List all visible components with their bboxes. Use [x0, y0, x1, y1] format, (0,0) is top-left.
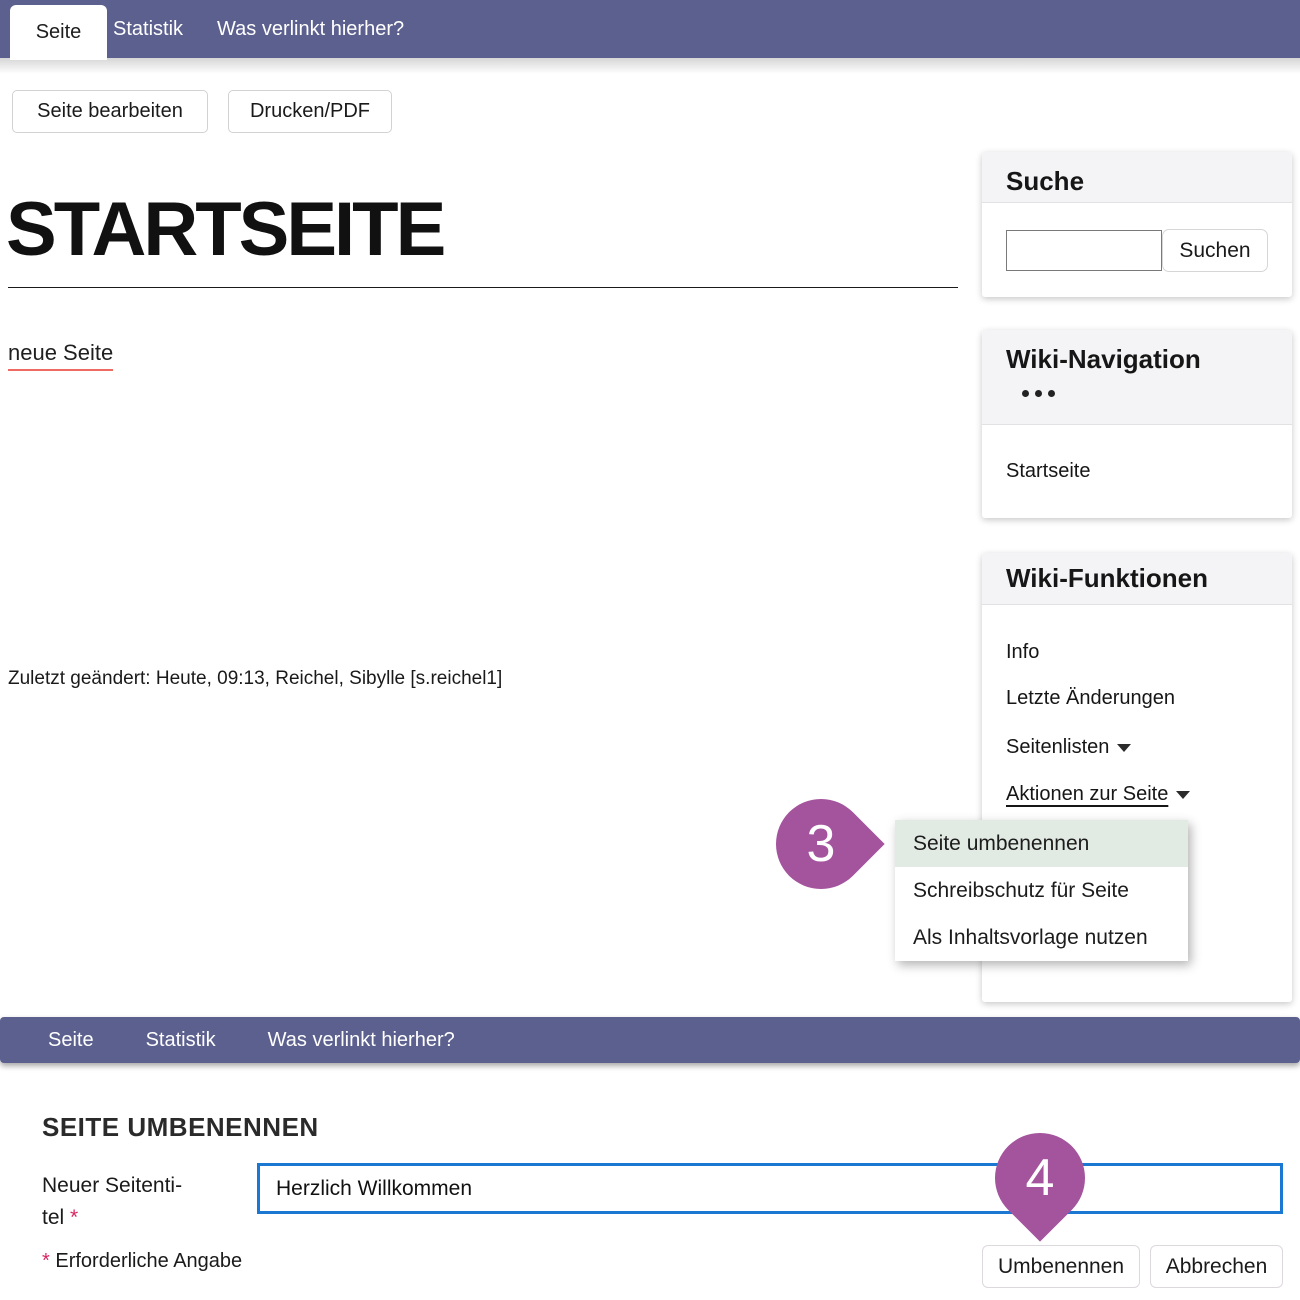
sidebar-item-seitenlisten[interactable]: Seitenlisten [1006, 736, 1131, 759]
search-input[interactable] [1006, 230, 1162, 271]
top-tab-bar-shadow [0, 58, 1300, 74]
aktionen-zur-seite-label: Aktionen zur Seite [1006, 783, 1168, 805]
rename-page-heading: SEITE UMBENENNEN [42, 1112, 319, 1143]
tab-seite[interactable]: Seite [10, 5, 107, 60]
required-asterisk: * [70, 1206, 78, 1229]
step-3-number: 3 [776, 799, 866, 889]
search-box-header: Suche [982, 152, 1292, 203]
sidebar-item-letzte-aenderungen[interactable]: Letzte Änderungen [1006, 687, 1175, 710]
menu-item-inhaltsvorlage[interactable]: Als Inhaltsvorlage nutzen [895, 914, 1188, 961]
rename-submit-button[interactable]: Umbenennen [982, 1245, 1140, 1288]
ellipsis-icon[interactable] [1022, 390, 1055, 397]
wiki-functions-title: Wiki-Funktionen [982, 553, 1292, 594]
page-actions-dropdown: Seite umbenennen Schreibschutz für Seite… [895, 820, 1188, 961]
chevron-down-icon [1176, 791, 1190, 799]
bottom-tab-bar: Seite Statistik Was verlinkt hierher? [0, 1017, 1300, 1063]
title-divider [8, 287, 958, 288]
search-box: Suche Suchen [982, 152, 1292, 297]
search-button[interactable]: Suchen [1162, 229, 1268, 272]
step-4-balloon: 4 [976, 1114, 1103, 1241]
step-3-balloon: 3 [757, 780, 884, 907]
search-box-title: Suche [982, 152, 1292, 197]
menu-item-seite-umbenennen[interactable]: Seite umbenennen [895, 820, 1188, 867]
tab-was-verlinkt-hierher-2[interactable]: Was verlinkt hierher? [268, 1029, 455, 1052]
tab-seite-2[interactable]: Seite [48, 1029, 94, 1052]
required-note-text: Erforderliche Angabe [55, 1250, 242, 1272]
print-pdf-button[interactable]: Drucken/PDF [228, 90, 392, 133]
new-title-label: Neuer Seitenti-tel * [42, 1170, 242, 1234]
chevron-down-icon [1117, 744, 1131, 752]
wiki-navigation-box: Wiki-Navigation Startseite [982, 330, 1292, 518]
sidebar-item-info[interactable]: Info [1006, 641, 1039, 664]
menu-item-schreibschutz[interactable]: Schreibschutz für Seite [895, 867, 1188, 914]
new-title-label-line2: tel [42, 1206, 64, 1229]
seitenlisten-label: Seitenlisten [1006, 736, 1109, 758]
page-title: STARTSEITE [6, 186, 443, 273]
last-changed-text: Zuletzt geändert: Heute, 09:13, Reichel,… [8, 668, 502, 690]
new-page-link[interactable]: neue Seite [8, 340, 113, 371]
step-4-number: 4 [995, 1133, 1085, 1223]
wiki-navigation-title: Wiki-Navigation [982, 330, 1292, 375]
edit-page-button[interactable]: Seite bearbeiten [12, 90, 208, 133]
tab-was-verlinkt-hierher[interactable]: Was verlinkt hierher? [217, 0, 404, 58]
tab-statistik-2[interactable]: Statistik [146, 1029, 216, 1052]
new-title-label-line1: Neuer Seitenti- [42, 1174, 182, 1197]
required-note-asterisk: * [42, 1250, 50, 1272]
new-title-input[interactable] [257, 1163, 1283, 1214]
cancel-button[interactable]: Abbrechen [1150, 1245, 1283, 1288]
screenshot-root: Seite Statistik Was verlinkt hierher? Se… [0, 0, 1300, 1300]
wiki-functions-header: Wiki-Funktionen [982, 553, 1292, 605]
top-tab-bar [0, 0, 1300, 58]
required-note: * Erforderliche Angabe [42, 1250, 242, 1273]
sidebar-item-aktionen-zur-seite[interactable]: Aktionen zur Seite [1006, 783, 1190, 806]
sidebar-item-startseite[interactable]: Startseite [1006, 460, 1090, 483]
tab-statistik[interactable]: Statistik [113, 0, 183, 58]
wiki-navigation-header: Wiki-Navigation [982, 330, 1292, 425]
